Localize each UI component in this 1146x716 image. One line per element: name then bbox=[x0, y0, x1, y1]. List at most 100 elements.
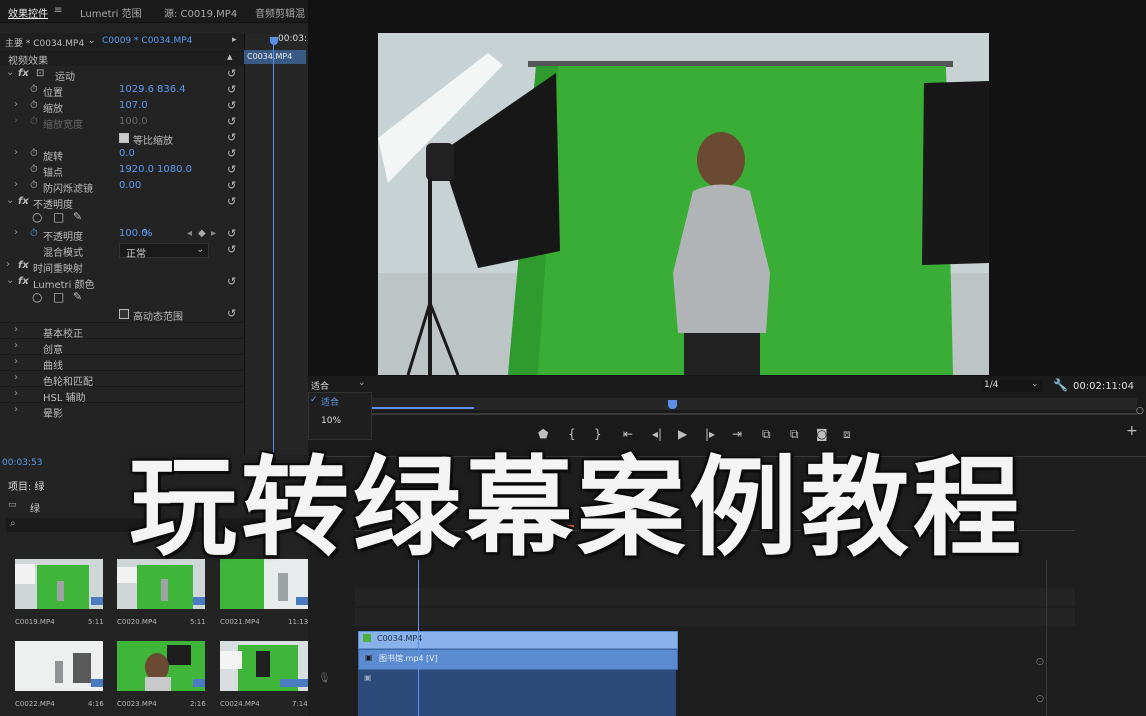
uniform-scale-checkbox[interactable] bbox=[119, 133, 129, 143]
clip-thumbnail[interactable] bbox=[117, 641, 205, 691]
lumetri-section-wheels[interactable]: › 色轮和匹配 bbox=[0, 370, 244, 388]
chevron-right-icon[interactable]: › bbox=[14, 99, 18, 110]
scale-value[interactable]: 107.0 bbox=[119, 100, 148, 111]
chevron-right-icon[interactable]: › bbox=[14, 324, 18, 335]
master-clip-label[interactable]: 主要 * C0034.MP4 bbox=[5, 36, 84, 49]
chevron-right-icon[interactable]: › bbox=[6, 259, 10, 270]
prev-keyframe-icon[interactable]: ◂ bbox=[187, 228, 192, 239]
timeline-clip[interactable]: ▣ bbox=[358, 670, 676, 716]
reset-icon[interactable]: ↺ bbox=[227, 67, 236, 80]
work-area-bar[interactable] bbox=[372, 407, 474, 409]
anchor-x-value[interactable]: 1920.0 bbox=[119, 164, 154, 175]
lumetri-effect-row[interactable]: ⌄ fx Lumetri 颜色 ↺ bbox=[0, 274, 244, 291]
play-clip-icon[interactable]: ▸ bbox=[232, 35, 237, 45]
reset-icon[interactable]: ↺ bbox=[227, 195, 236, 208]
reset-icon[interactable]: ↺ bbox=[227, 147, 236, 160]
anchor-row[interactable]: ⏱ 锚点 1920.0 1080.0 ↺ bbox=[0, 162, 244, 179]
tab-lumetri-scope[interactable]: Lumetri 范围 bbox=[80, 5, 142, 20]
reset-icon[interactable]: ↺ bbox=[227, 131, 236, 144]
program-viewer[interactable] bbox=[378, 33, 989, 375]
chevron-right-icon[interactable]: › bbox=[14, 227, 18, 238]
stopwatch-icon[interactable]: ⏱ bbox=[30, 180, 38, 191]
fit-dropdown[interactable]: 适合 ⌄ bbox=[308, 378, 370, 392]
clip-thumbnail[interactable] bbox=[220, 641, 308, 691]
tab-source[interactable]: 源: C0019.MP4 bbox=[164, 5, 237, 20]
rotation-row[interactable]: › ⏱ 旋转 0.0 ↺ bbox=[0, 146, 244, 163]
panel-menu-icon[interactable]: ≡ bbox=[54, 5, 62, 16]
chevron-down-icon[interactable]: ⌄ bbox=[88, 36, 96, 46]
transform-icon[interactable]: ⊡ bbox=[36, 68, 44, 79]
chevron-right-icon[interactable]: › bbox=[14, 372, 18, 383]
reset-icon[interactable]: ↺ bbox=[227, 243, 236, 256]
clip-thumbnail[interactable] bbox=[15, 641, 103, 691]
rotation-value[interactable]: 0.0 bbox=[119, 148, 135, 159]
fx-playhead[interactable] bbox=[273, 40, 274, 455]
pen-mask-icon[interactable]: ✎ bbox=[73, 290, 82, 303]
fx-clip-bar[interactable]: C0034.MP4 bbox=[244, 50, 306, 64]
lumetri-section-hsl[interactable]: › HSL 辅助 bbox=[0, 386, 244, 404]
rectangle-mask-icon[interactable]: □ bbox=[53, 210, 64, 224]
chevron-right-icon[interactable]: › bbox=[14, 147, 18, 158]
ellipse-mask-icon[interactable]: ○ bbox=[32, 290, 42, 304]
opacity-row[interactable]: › ⏱ 不透明度 100.0 % ◂ ◆ ▸ ↺ bbox=[0, 226, 244, 243]
motion-effect-row[interactable]: ⌄ fx ⊡ 运动 ↺ bbox=[0, 66, 244, 83]
blend-mode-row[interactable]: 混合模式 正常 ⌄ ↺ bbox=[0, 242, 244, 260]
chevron-right-icon[interactable]: › bbox=[14, 388, 18, 399]
position-row[interactable]: ⏱ 位置 1029.6 836.4 ↺ bbox=[0, 82, 244, 99]
reset-icon[interactable]: ↺ bbox=[227, 179, 236, 192]
reset-icon[interactable]: ↺ bbox=[227, 115, 236, 128]
chevron-down-icon[interactable]: ⌄ bbox=[6, 195, 14, 206]
chevron-right-icon[interactable]: › bbox=[14, 179, 18, 190]
add-keyframe-icon[interactable]: ◆ bbox=[198, 228, 206, 239]
wrench-icon[interactable]: 🔧 bbox=[1053, 378, 1068, 392]
stopwatch-icon[interactable]: ⏱ bbox=[30, 100, 38, 111]
reset-icon[interactable]: ↺ bbox=[227, 83, 236, 96]
lumetri-section-vignette[interactable]: › 晕影 bbox=[0, 402, 244, 420]
blend-mode-select[interactable]: 正常 ⌄ bbox=[119, 243, 209, 260]
tab-audio-mixer[interactable]: 音频剪辑混 bbox=[255, 5, 305, 20]
opacity-effect-row[interactable]: ⌄ fx 不透明度 ↺ bbox=[0, 194, 244, 211]
position-y-value[interactable]: 836.4 bbox=[157, 84, 186, 95]
rectangle-mask-icon[interactable]: □ bbox=[53, 290, 64, 304]
time-remap-row[interactable]: › fx 时间重映射 bbox=[0, 258, 244, 275]
chevron-right-icon[interactable]: › bbox=[14, 356, 18, 367]
chevron-right-icon[interactable]: › bbox=[14, 340, 18, 351]
scroll-handle-icon[interactable]: ○ bbox=[1036, 657, 1044, 667]
chevron-right-icon[interactable]: › bbox=[14, 404, 18, 415]
microphone-icon[interactable]: 🎙 bbox=[318, 673, 331, 684]
scale-row[interactable]: › ⏱ 缩放 107.0 ↺ bbox=[0, 98, 244, 115]
stopwatch-icon[interactable]: ⏱ bbox=[30, 148, 38, 159]
fit-menu-item[interactable]: 10% bbox=[321, 416, 341, 426]
chevron-down-icon[interactable]: ⌄ bbox=[6, 275, 14, 286]
stopwatch-active-icon[interactable]: ⏱ bbox=[30, 228, 38, 239]
reset-icon[interactable]: ↺ bbox=[227, 227, 236, 240]
pen-mask-icon[interactable]: ✎ bbox=[73, 210, 82, 223]
resolution-select[interactable]: 1/4 ⌄ bbox=[981, 379, 1043, 392]
position-x-value[interactable]: 1029.6 bbox=[119, 84, 154, 95]
chevron-down-icon[interactable]: ⌄ bbox=[6, 67, 14, 78]
stopwatch-icon[interactable]: ⏱ bbox=[30, 84, 38, 95]
program-playhead[interactable] bbox=[668, 400, 677, 409]
reset-icon[interactable]: ↺ bbox=[227, 99, 236, 112]
tab-effect-controls[interactable]: 效果控件 bbox=[8, 5, 48, 20]
sequence-clip-label[interactable]: C0009 * C0034.MP4 bbox=[102, 36, 192, 46]
lumetri-section-curves[interactable]: › 曲线 bbox=[0, 354, 244, 372]
anchor-y-value[interactable]: 1080.0 bbox=[157, 164, 192, 175]
hdr-row[interactable]: 高动态范围 ↺ bbox=[0, 306, 244, 323]
hdr-checkbox[interactable] bbox=[119, 309, 129, 319]
reset-icon[interactable]: ↺ bbox=[227, 163, 236, 176]
next-keyframe-icon[interactable]: ▸ bbox=[211, 228, 216, 239]
reset-icon[interactable]: ↺ bbox=[227, 275, 236, 288]
lumetri-section-creative[interactable]: › 创意 bbox=[0, 338, 244, 356]
stopwatch-icon[interactable]: ⏱ bbox=[30, 164, 38, 175]
uniform-scale-row[interactable]: 等比缩放 ↺ bbox=[0, 130, 244, 147]
lumetri-section-basic[interactable]: › 基本校正 bbox=[0, 322, 244, 340]
fx-playhead-handle[interactable] bbox=[270, 37, 278, 45]
ellipse-mask-icon[interactable]: ○ bbox=[32, 210, 42, 224]
scroll-handle-icon[interactable]: ○ bbox=[1036, 694, 1044, 704]
reset-icon[interactable]: ↺ bbox=[227, 307, 236, 320]
flicker-value[interactable]: 0.00 bbox=[119, 180, 141, 191]
fit-menu-item[interactable]: 适合 bbox=[321, 395, 339, 408]
program-ruler[interactable] bbox=[372, 398, 1137, 410]
scroll-handle-icon[interactable]: ○ bbox=[1136, 406, 1144, 416]
